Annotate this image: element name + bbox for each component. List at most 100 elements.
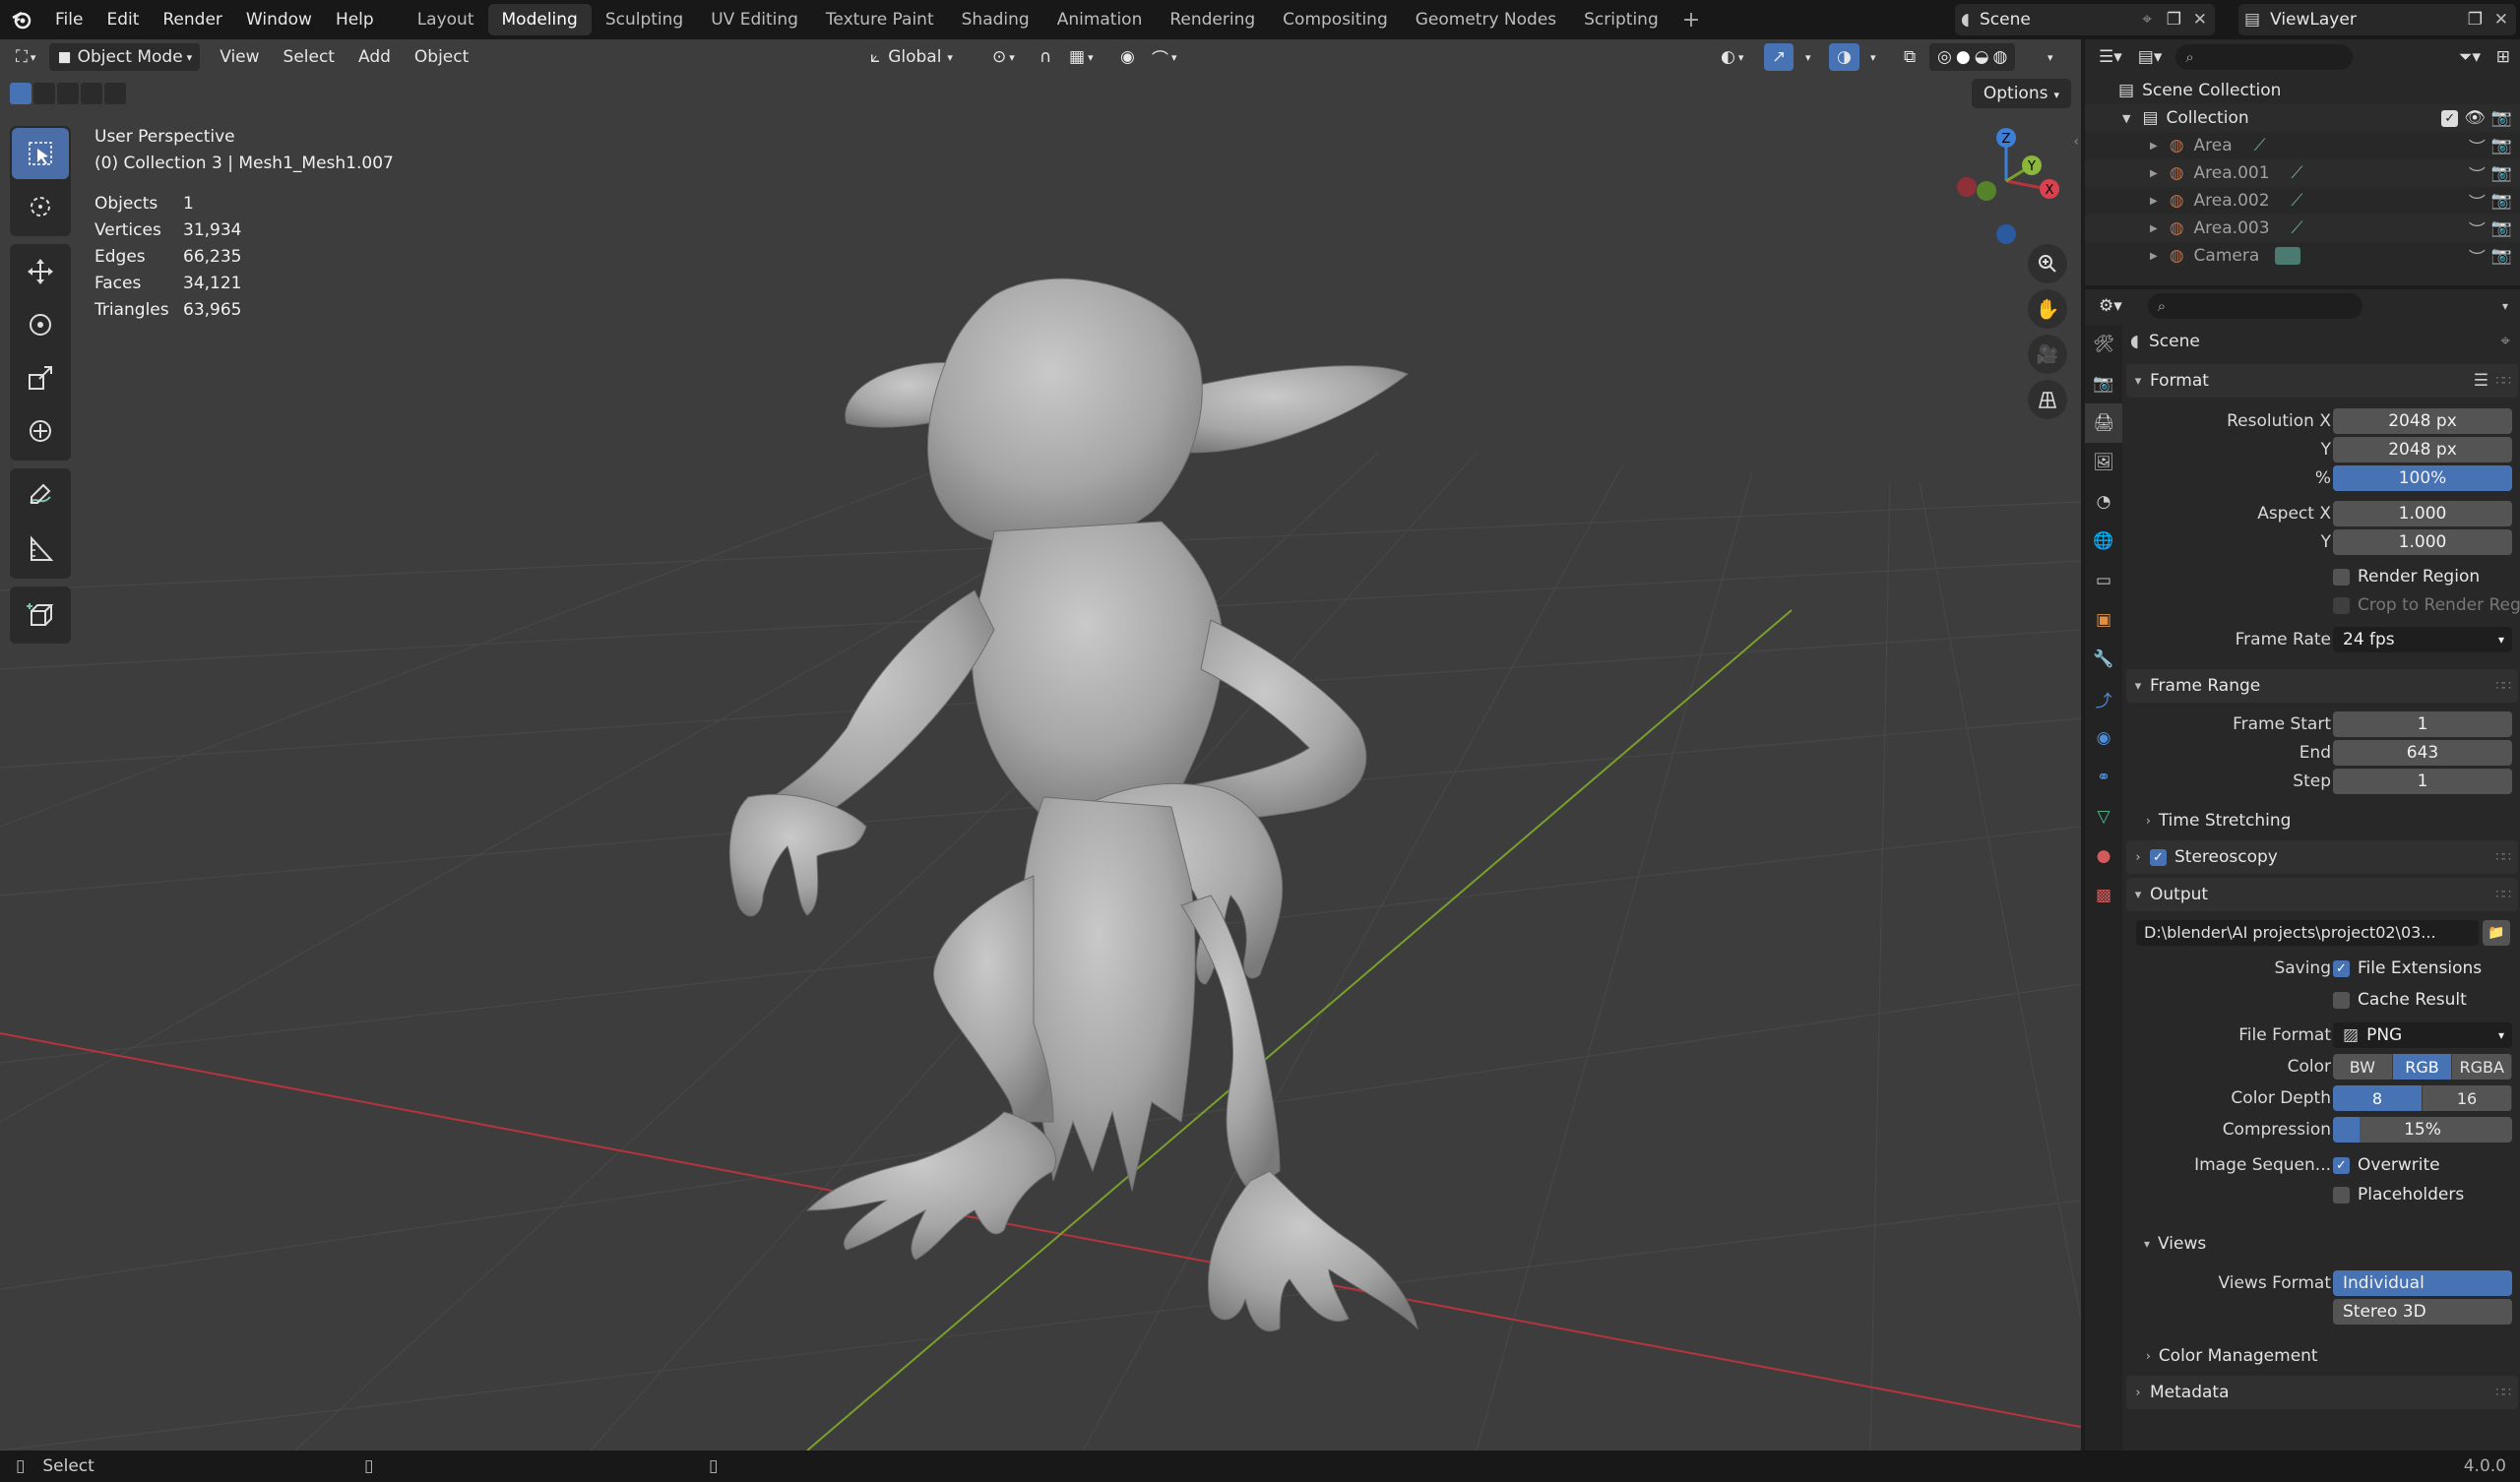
- hidden-eye-icon[interactable]: ︶: [2469, 134, 2486, 158]
- outliner-row-collection[interactable]: ▼ ▤ Collection ✓ 👁 📷: [2085, 104, 2520, 132]
- navigation-gizmo[interactable]: Z X Y: [1947, 122, 2065, 250]
- camera-icon[interactable]: 📷: [2491, 108, 2512, 128]
- solid-shading-icon[interactable]: ●: [1956, 47, 1971, 67]
- rendered-shading-icon[interactable]: ◍: [1993, 47, 2008, 67]
- overlay-dropdown-icon[interactable]: ▾: [1862, 43, 1884, 71]
- format-panel-header[interactable]: ▾ Format ☰ ∷∷: [2126, 364, 2518, 398]
- hidden-eye-icon[interactable]: ︶: [2469, 189, 2486, 214]
- pan-hand-icon[interactable]: ✋: [2028, 289, 2067, 329]
- outliner-editor-icon[interactable]: ☰▾: [2099, 47, 2122, 67]
- properties-editor-icon[interactable]: ⚙▾: [2099, 296, 2122, 316]
- shading-dropdown-icon[interactable]: ▾: [2040, 43, 2061, 71]
- gizmo-toggle[interactable]: ↗: [1764, 43, 1795, 71]
- drag-handle-icon[interactable]: ∷∷: [2495, 679, 2511, 694]
- file-extensions-checkbox[interactable]: ✓ File Extensions: [2333, 958, 2482, 978]
- menu-help[interactable]: Help: [324, 0, 386, 39]
- menu-edit[interactable]: Edit: [94, 0, 151, 39]
- outliner-row-object[interactable]: ▶ ◍ Area.003 ⟋ ︶ 📷: [2085, 215, 2520, 242]
- tool-tab-icon[interactable]: 🛠: [2085, 325, 2122, 364]
- neg-z-axis-icon[interactable]: [1996, 224, 2016, 244]
- tab-rendering[interactable]: Rendering: [1156, 4, 1269, 35]
- scene-tab-icon[interactable]: ◔: [2085, 482, 2122, 522]
- camera-icon[interactable]: 📷: [2491, 191, 2512, 211]
- options-button[interactable]: Options ▾: [1971, 79, 2071, 108]
- tab-geometry-nodes[interactable]: Geometry Nodes: [1402, 4, 1570, 35]
- color-rgb-option[interactable]: RGB: [2392, 1054, 2453, 1080]
- select-invert-icon[interactable]: [81, 83, 102, 104]
- blender-logo-icon[interactable]: [0, 0, 43, 39]
- move-tool[interactable]: [12, 246, 69, 297]
- drag-handle-icon[interactable]: ∷∷: [2495, 374, 2511, 389]
- stereoscopy-panel-header[interactable]: › ✓ Stereoscopy ∷∷: [2126, 840, 2518, 874]
- world-tab-icon[interactable]: 🌐: [2085, 522, 2122, 561]
- select-extend-icon[interactable]: [33, 83, 55, 104]
- tab-texture-paint[interactable]: Texture Paint: [812, 4, 948, 35]
- hidden-eye-icon[interactable]: ︶: [2469, 244, 2486, 269]
- properties-search-input[interactable]: ⌕: [2147, 293, 2362, 319]
- falloff-button[interactable]: ⌒ ▾: [1144, 43, 1185, 71]
- expand-arrow-icon[interactable]: ▶: [2150, 196, 2158, 207]
- pin-icon[interactable]: ⌖: [2500, 332, 2510, 351]
- goblin-model[interactable]: [728, 278, 1418, 1332]
- tab-animation[interactable]: Animation: [1043, 4, 1157, 35]
- new-scene-icon[interactable]: ❐: [2167, 10, 2181, 30]
- tab-compositing[interactable]: Compositing: [1269, 4, 1402, 35]
- measure-tool[interactable]: [12, 524, 69, 575]
- views-stereo-option[interactable]: Stereo 3D: [2333, 1299, 2512, 1325]
- output-path-input[interactable]: D:\blender\AI projects\project02\03...: [2136, 920, 2479, 946]
- collapse-sidebar-icon[interactable]: ‹: [2073, 134, 2079, 150]
- outliner-row-object[interactable]: ▶ ◍ Area ⟋ ︶ 📷: [2085, 132, 2520, 159]
- menu-object[interactable]: Object: [407, 43, 476, 71]
- expand-arrow-icon[interactable]: ▼: [2122, 112, 2130, 125]
- select-intersect-icon[interactable]: [104, 83, 126, 104]
- menu-view[interactable]: View: [212, 43, 267, 71]
- output-tab-icon[interactable]: 🖨: [2085, 403, 2122, 443]
- hidden-eye-icon[interactable]: ︶: [2469, 161, 2486, 186]
- views-subpanel-header[interactable]: ▾ Views: [2126, 1230, 2518, 1258]
- folder-icon[interactable]: 📁: [2483, 920, 2510, 946]
- color-bw-option[interactable]: BW: [2333, 1054, 2393, 1080]
- color-rgba-option[interactable]: RGBA: [2452, 1054, 2512, 1080]
- camera-icon[interactable]: 📷: [2491, 218, 2512, 238]
- frame-rate-dropdown[interactable]: 24 fps ▾: [2333, 627, 2512, 652]
- add-cube-tool[interactable]: [12, 588, 69, 640]
- resolution-y-field[interactable]: 2048 px: [2333, 437, 2512, 463]
- cache-result-checkbox[interactable]: Cache Result: [2333, 990, 2467, 1010]
- menu-window[interactable]: Window: [234, 0, 324, 39]
- exclude-checkbox[interactable]: ✓: [2441, 109, 2459, 127]
- neg-x-axis-icon[interactable]: [1957, 177, 1977, 197]
- new-view-layer-icon[interactable]: ❐: [2468, 10, 2483, 30]
- frame-start-field[interactable]: 1: [2333, 711, 2512, 737]
- tab-modeling[interactable]: Modeling: [487, 4, 592, 35]
- outliner-row-object[interactable]: ▶ ◍ Area.002 ⟋ ︶ 📷: [2085, 187, 2520, 215]
- xray-toggle[interactable]: ⧉: [1896, 43, 1923, 71]
- annotate-tool[interactable]: [12, 470, 69, 522]
- aspect-y-field[interactable]: 1.000: [2333, 529, 2512, 555]
- rotate-tool[interactable]: [12, 299, 69, 350]
- color-depth-16-option[interactable]: 16: [2423, 1085, 2512, 1111]
- select-subtract-icon[interactable]: [57, 83, 79, 104]
- material-shading-icon[interactable]: ◒: [1975, 47, 1989, 67]
- expand-arrow-icon[interactable]: ▶: [2150, 223, 2158, 234]
- metadata-panel-header[interactable]: › Metadata ∷∷: [2126, 1376, 2518, 1409]
- time-stretching-subpanel[interactable]: › Time Stretching: [2126, 807, 2518, 834]
- frame-step-field[interactable]: 1: [2333, 769, 2512, 794]
- outliner-row-object[interactable]: ▶ ◍ Area.001 ⟋ ︶ 📷: [2085, 159, 2520, 187]
- physics-tab-icon[interactable]: ◉: [2085, 718, 2122, 758]
- views-individual-option[interactable]: Individual: [2333, 1270, 2512, 1296]
- drag-handle-icon[interactable]: ∷∷: [2495, 888, 2511, 902]
- snap-target-button[interactable]: ▦ ▾: [1061, 43, 1102, 71]
- camera-view-icon[interactable]: 🎥: [2028, 335, 2067, 374]
- aspect-x-field[interactable]: 1.000: [2333, 501, 2512, 526]
- outliner-row-scene-collection[interactable]: ▤ Scene Collection: [2085, 77, 2520, 104]
- chevron-down-icon[interactable]: ▾: [2502, 299, 2508, 313]
- editor-type-button[interactable]: ⛶ ▾: [8, 43, 43, 71]
- collection-tab-icon[interactable]: ▭: [2085, 561, 2122, 600]
- data-tab-icon[interactable]: ▽: [2085, 797, 2122, 836]
- filter-icon[interactable]: ⏷▾: [2459, 47, 2481, 67]
- pivot-point-button[interactable]: ⊙ ▾: [984, 43, 1023, 71]
- expand-arrow-icon[interactable]: ▶: [2150, 251, 2158, 262]
- tab-layout[interactable]: Layout: [404, 4, 488, 35]
- menu-select[interactable]: Select: [276, 43, 343, 71]
- zoom-icon[interactable]: [2028, 244, 2067, 283]
